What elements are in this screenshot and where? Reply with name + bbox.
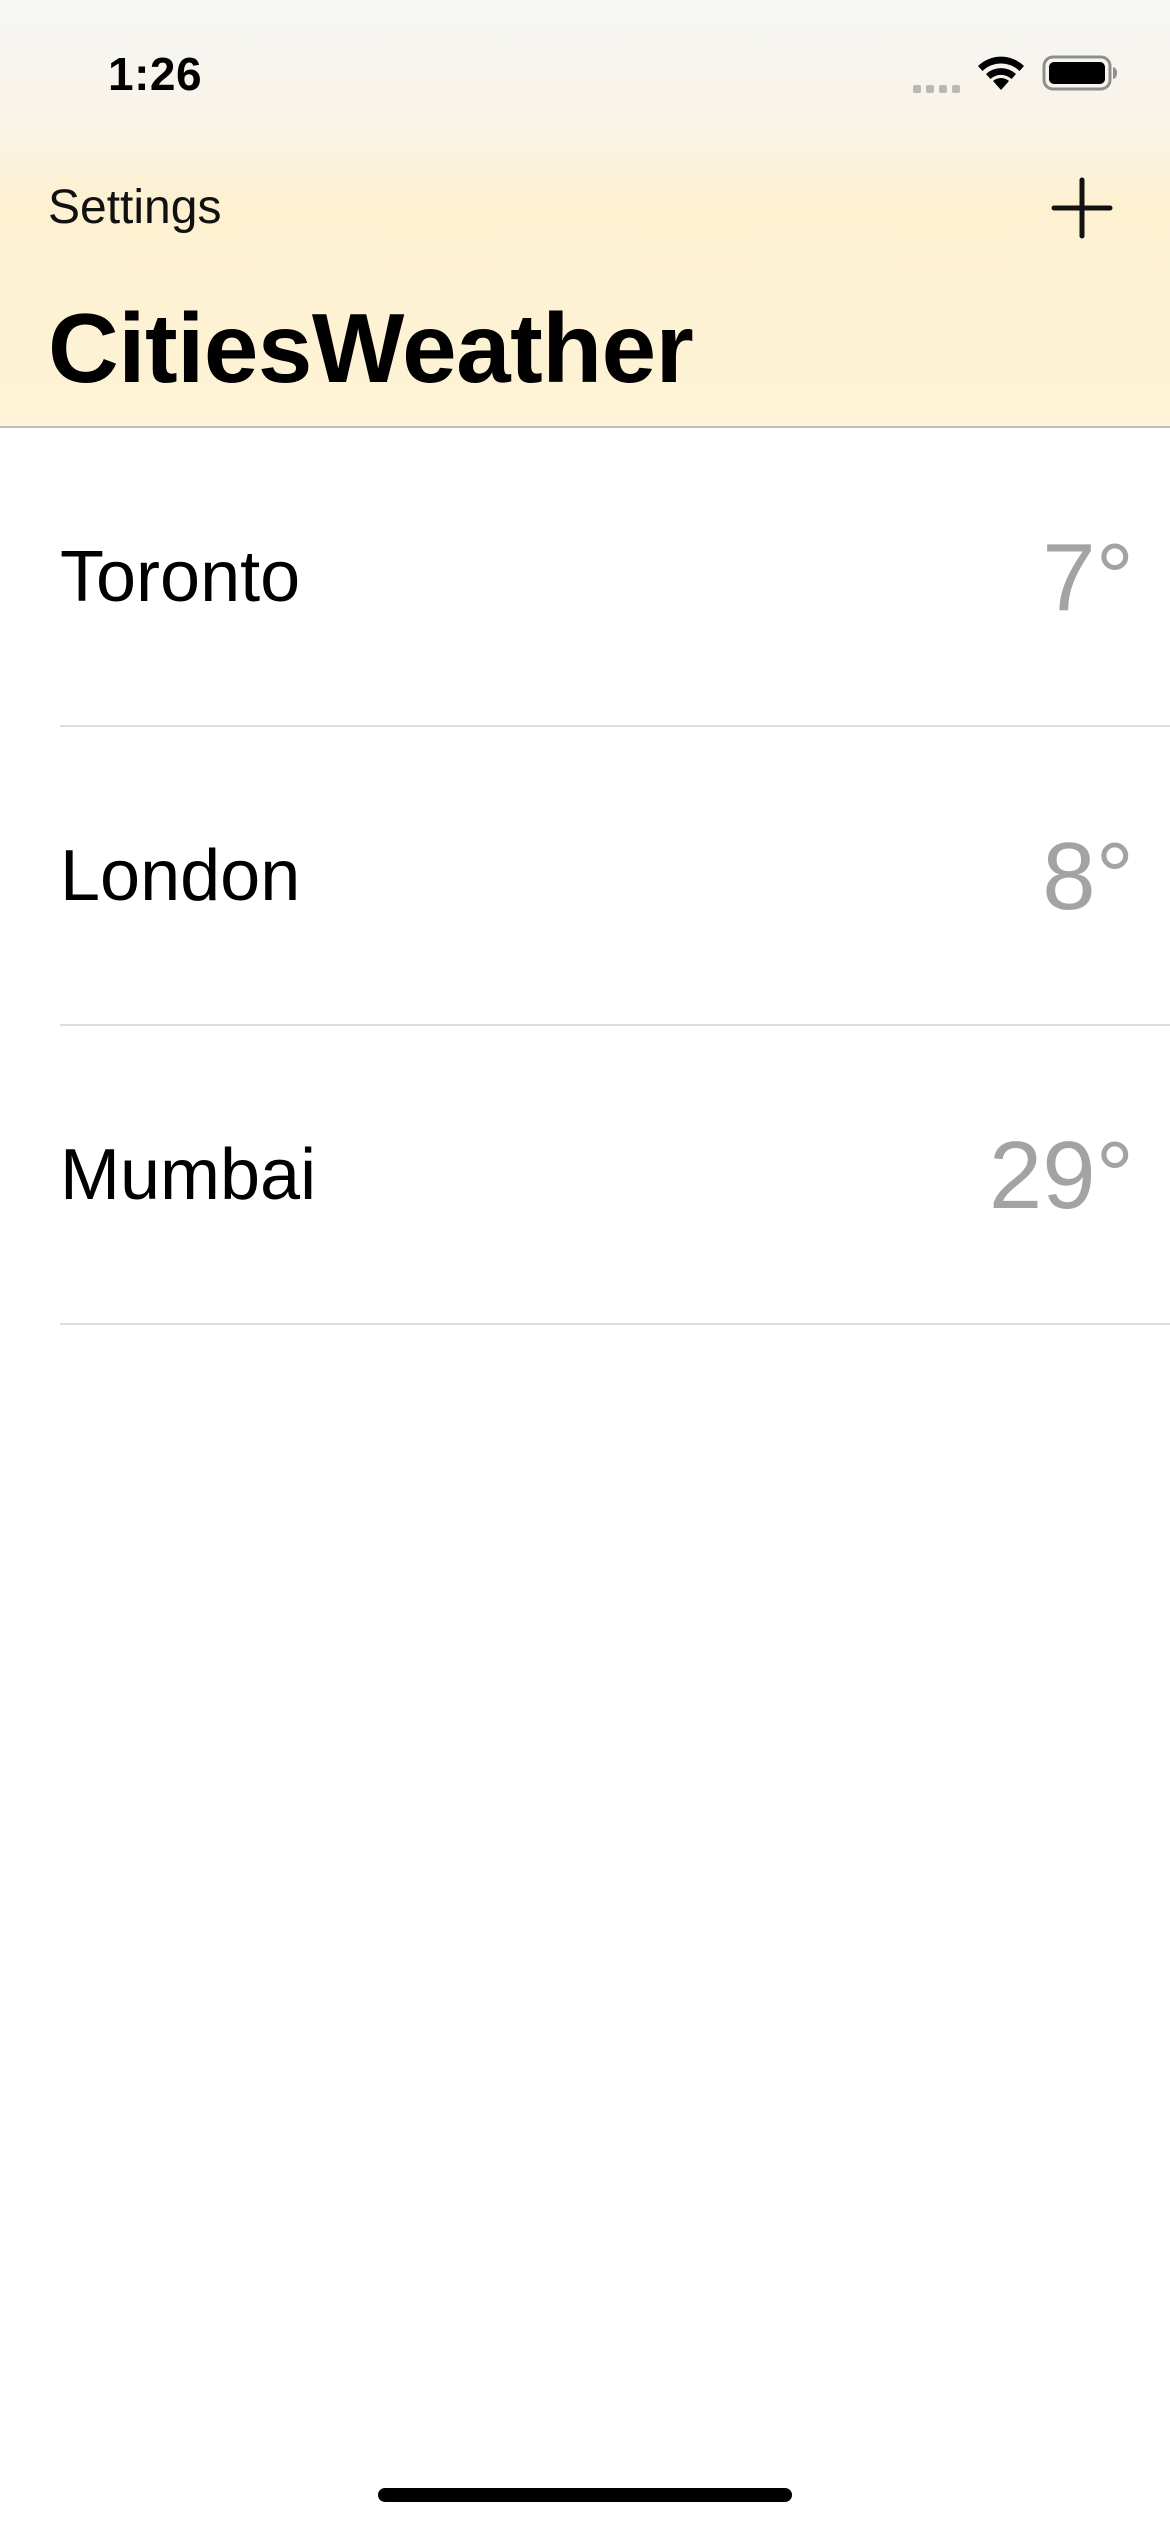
city-name: London — [60, 836, 301, 916]
wifi-icon — [978, 56, 1024, 90]
page-title: CitiesWeather — [48, 293, 694, 403]
plus-icon[interactable] — [1046, 172, 1118, 244]
city-temperature: 29° — [988, 1122, 1134, 1229]
battery-icon — [1042, 55, 1117, 91]
city-temperature: 8° — [1042, 823, 1134, 930]
city-name: Mumbai — [60, 1135, 317, 1215]
city-temperature: 7° — [1042, 524, 1134, 631]
cellular-signal-icon — [913, 53, 960, 93]
city-row-toronto[interactable]: Toronto 7° — [0, 428, 1170, 727]
cities-weather-screen: 1:26 Settings CitiesWeather Toronto 7° L… — [0, 0, 1170, 2532]
status-time: 1:26 — [108, 48, 203, 100]
city-row-mumbai[interactable]: Mumbai 29° — [0, 1026, 1170, 1325]
row-divider — [60, 1323, 1170, 1325]
navigation-header: 1:26 Settings CitiesWeather — [0, 0, 1170, 428]
home-indicator[interactable] — [378, 2488, 792, 2502]
city-name: Toronto — [60, 537, 301, 617]
settings-button[interactable]: Settings — [48, 178, 221, 238]
city-row-london[interactable]: London 8° — [0, 727, 1170, 1026]
city-list: Toronto 7° London 8° Mumbai 29° — [0, 428, 1170, 1325]
status-indicators — [913, 48, 1118, 98]
